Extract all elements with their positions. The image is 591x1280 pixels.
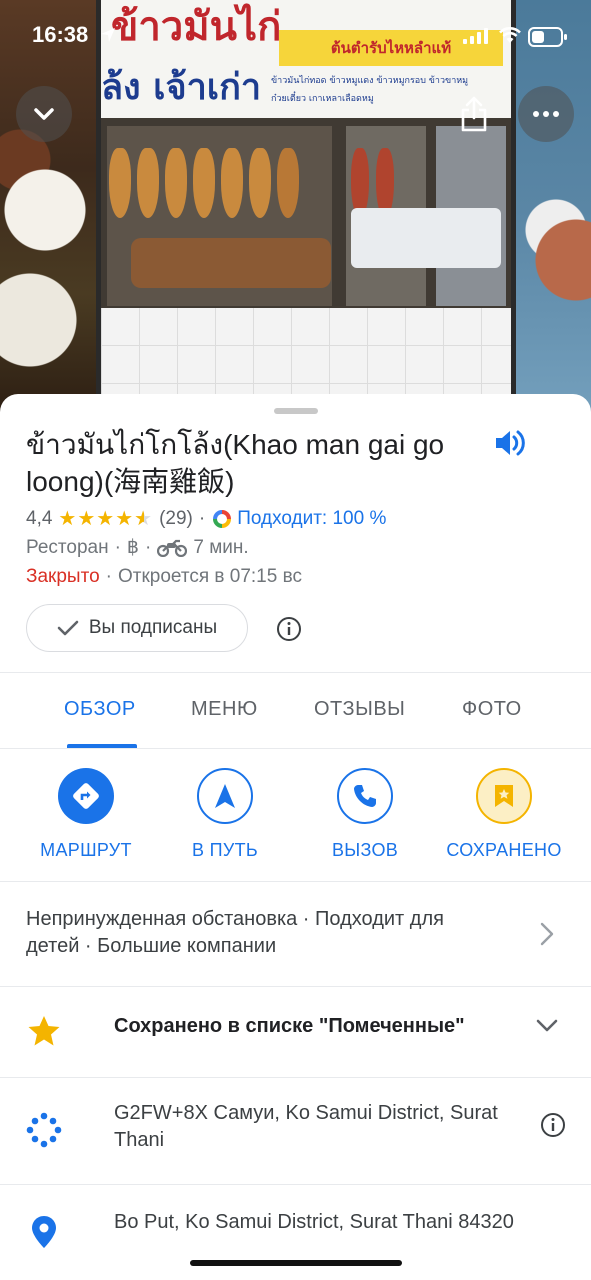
star-rating-icon: ★★★★★	[58, 506, 153, 531]
reviews-count: (29)	[159, 507, 193, 529]
tab-reviews[interactable]: ОТЗЫВЫ	[314, 698, 405, 721]
divider	[0, 748, 591, 749]
address-text: Bo Put, Ko Samui District, Surat Thani 8…	[114, 1211, 514, 1233]
share-icon	[461, 96, 487, 132]
follow-button[interactable]: Вы подписаны	[26, 604, 248, 652]
travel-time: 7 мин.	[193, 536, 249, 558]
bookmark-star-icon	[476, 768, 532, 824]
call-label: ВЫЗОВ	[331, 840, 399, 860]
more-options-button[interactable]	[518, 86, 574, 142]
tab-menu[interactable]: МЕНЮ	[191, 698, 258, 721]
shop-window	[101, 118, 511, 308]
status-time: 16:38	[32, 22, 89, 47]
collapse-button[interactable]	[16, 86, 72, 142]
plus-code-icon	[26, 1112, 62, 1148]
check-icon	[57, 620, 79, 636]
battery-icon	[528, 27, 567, 47]
tab-overview[interactable]: ОБЗОР	[64, 698, 136, 721]
category-text: Ресторан	[26, 536, 109, 558]
chevron-down-icon	[34, 108, 54, 120]
opening-time: Откроется в 07:15 вс	[117, 566, 302, 587]
share-button[interactable]	[452, 92, 496, 136]
route-button[interactable]: МАРШРУТ	[16, 768, 156, 861]
sheet-drag-handle[interactable]	[274, 408, 318, 414]
saved-label: СОХРАНЕНО	[446, 840, 562, 860]
hours-row[interactable]: Закрыто · Откроется в 07:15 вс	[26, 566, 302, 588]
plus-code-text: G2FW+8X Самуи, Ko Samui District, Surat …	[114, 1102, 498, 1151]
place-title: ข้าวมันไก่โกโล้ง(Khao man gai go loong)(…	[26, 429, 445, 497]
follow-label: Вы подписаны	[88, 617, 218, 638]
wifi-icon	[499, 27, 521, 43]
start-navigation-label: В ПУТЬ	[192, 840, 258, 860]
location-arrow-icon	[101, 28, 115, 42]
home-indicator[interactable]	[190, 1260, 402, 1266]
chevron-down-icon	[536, 1019, 558, 1032]
cellular-signal-icon	[463, 28, 488, 44]
motorbike-icon	[157, 539, 188, 557]
route-label: МАРШРУТ	[40, 840, 132, 860]
info-icon[interactable]	[276, 616, 302, 642]
saved-list-text: Сохранено в списке "Помеченные"	[114, 1015, 465, 1037]
status-closed: Закрыто	[26, 566, 100, 587]
saved-button[interactable]: СОХРАНЕНО	[434, 768, 574, 861]
google-match-icon	[213, 509, 232, 528]
saved-list-row[interactable]: Сохранено в списке "Помеченные"	[0, 987, 591, 1077]
match-score[interactable]: Подходит: 100 %	[237, 508, 386, 530]
place-sheet: ข้าวมันไก่โกโล้ง(Khao man gai go loong)(…	[0, 394, 591, 1280]
speaker-icon[interactable]	[492, 426, 526, 460]
highlights-row[interactable]: Непринужденная обстановка · Подходит для…	[0, 882, 591, 986]
category-row: Ресторан · ฿ · 7 мин.	[26, 536, 249, 559]
divider	[0, 672, 591, 673]
info-icon[interactable]	[540, 1112, 566, 1138]
highlights-text: Непринужденная обстановка · Подходит для…	[26, 908, 444, 957]
plus-code-row[interactable]: G2FW+8X Самуи, Ko Samui District, Surat …	[0, 1078, 591, 1184]
more-horizontal-icon	[533, 111, 559, 117]
location-pin-icon	[32, 1216, 56, 1248]
navigation-arrow-icon	[197, 768, 253, 824]
route-icon	[58, 768, 114, 824]
star-icon	[28, 1016, 60, 1046]
start-navigation-button[interactable]: В ПУТЬ	[155, 768, 295, 861]
price-level: ฿	[126, 537, 140, 558]
rating-row[interactable]: 4,4 ★★★★★ (29) · Подходит: 100 %	[26, 506, 386, 531]
tab-photos[interactable]: ФОТО	[462, 698, 522, 721]
phone-icon	[337, 768, 393, 824]
rating-value: 4,4	[26, 507, 53, 529]
call-button[interactable]: ВЫЗОВ	[295, 768, 435, 861]
chevron-right-icon	[540, 922, 554, 946]
status-bar: 16:38	[0, 0, 591, 72]
tab-bar: ОБЗОР МЕНЮ ОТЗЫВЫ ФОТО	[0, 674, 591, 748]
